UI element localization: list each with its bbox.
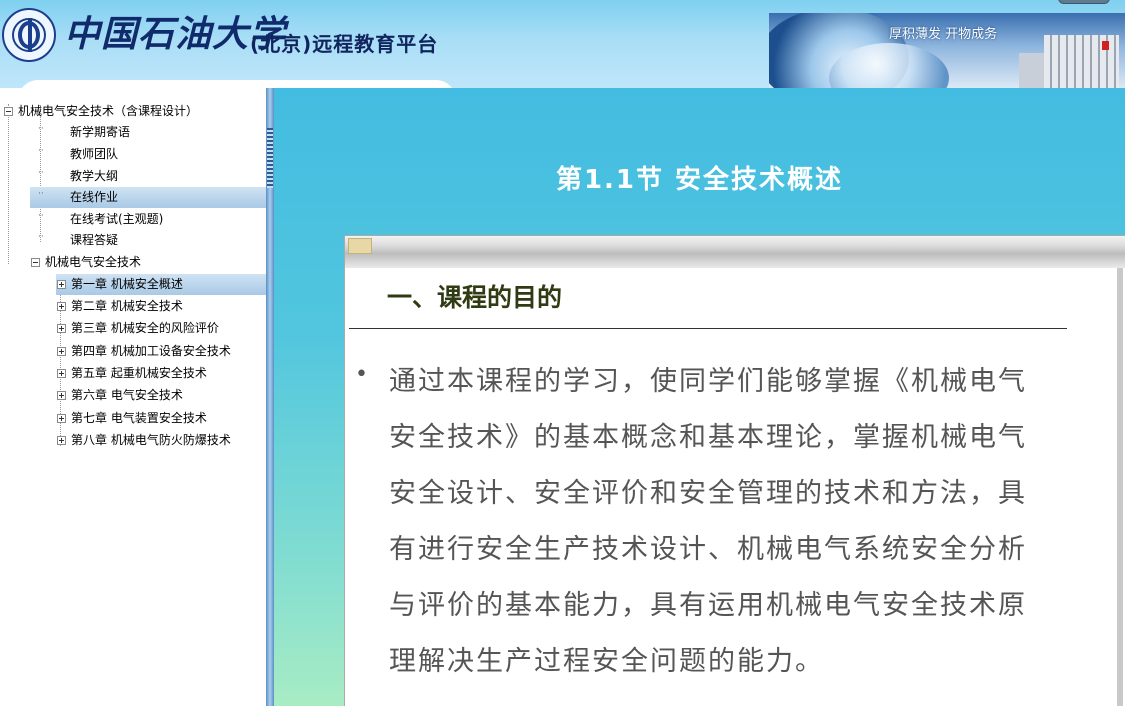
lecture-slide: 一、课程的目的 • 通过本课程的学习，使同学们能够掌握《机械电气 安全技术》的基…: [344, 235, 1125, 706]
expand-icon[interactable]: [57, 302, 66, 311]
tree-item-course-qa[interactable]: ·· 课程答疑: [0, 230, 266, 251]
tree-chapter-8[interactable]: 第八章 机械电气防火防爆技术: [56, 430, 266, 451]
slide-text-line: 有进行安全生产技术设计、机械电气系统安全分析: [389, 534, 1027, 565]
header-corner-button[interactable]: [1058, 0, 1110, 4]
slide-divider: [349, 328, 1067, 329]
course-tree: 机械电气安全技术（含课程设计） ·· 新学期寄语 ·· 教师团队 ·· 教学大纲…: [0, 88, 266, 706]
slide-right-edge: [1117, 268, 1123, 706]
expand-icon[interactable]: [57, 324, 66, 333]
tree-chapter-6[interactable]: 第六章 电气安全技术: [56, 385, 266, 406]
tree-item-online-homework[interactable]: ·· 在线作业: [30, 187, 266, 208]
expand-icon[interactable]: [57, 369, 66, 378]
tree-chapter-3[interactable]: 第三章 机械安全的风险评价: [56, 318, 266, 339]
slide-text-line: 安全技术》的基本概念和基本理论，掌握机械电气: [389, 422, 1027, 453]
slide-text-line: 通过本课程的学习，使同学们能够掌握《机械电气: [389, 366, 1027, 397]
university-seal-logo: [2, 8, 56, 62]
site-header: 中国石油大学 (北京)远程教育平台 厚积薄发 开物成务: [0, 0, 1125, 88]
tree-chapter-2[interactable]: 第二章 机械安全技术: [56, 296, 266, 317]
expand-icon[interactable]: [57, 347, 66, 356]
slide-corner-icon: [348, 238, 372, 254]
sidebar-splitter[interactable]: [266, 88, 274, 706]
tree-node-course[interactable]: 机械电气安全技术: [0, 252, 266, 273]
expand-icon[interactable]: [57, 414, 66, 423]
main-content: 第1.1节 安全技术概述 一、课程的目的 • 通过本课程的学习，使同学们能够掌握…: [274, 88, 1125, 706]
expand-icon[interactable]: [57, 391, 66, 400]
header-tab-shape: [18, 80, 456, 88]
section-title: 第1.1节 安全技术概述: [555, 165, 844, 195]
slide-text-line: 安全设计、安全评价和安全管理的技术和方法，具: [389, 478, 1027, 509]
slide-top-bar: [345, 236, 1125, 268]
tree-chapter-4[interactable]: 第四章 机械加工设备安全技术: [56, 341, 266, 362]
tree-chapter-1[interactable]: 第一章 机械安全概述: [56, 274, 266, 295]
splitter-grip-icon[interactable]: [267, 128, 273, 188]
bullet-icon: •: [355, 362, 368, 387]
tree-item-teacher-team[interactable]: ·· 教师团队: [0, 144, 266, 165]
collapse-icon[interactable]: [31, 258, 40, 267]
slide-heading: 一、课程的目的: [387, 283, 563, 312]
expand-icon[interactable]: [57, 280, 66, 289]
tree-root-label: 机械电气安全技术（含课程设计）: [18, 104, 199, 118]
tree-chapter-7[interactable]: 第七章 电气装置安全技术: [56, 408, 266, 429]
slide-text-line: 理解决生产过程安全问题的能力。: [389, 646, 824, 677]
slide-body-text: 通过本课程的学习，使同学们能够掌握《机械电气 安全技术》的基本概念和基本理论，掌…: [389, 354, 1099, 690]
course-tree-sidebar: 机械电气安全技术（含课程设计） ·· 新学期寄语 ·· 教师团队 ·· 教学大纲…: [0, 88, 266, 706]
collapse-icon[interactable]: [4, 107, 13, 116]
platform-name: (北京)远程教育平台: [250, 32, 439, 56]
banner-slogan: 厚积薄发 开物成务: [889, 27, 998, 42]
tree-chapter-5[interactable]: 第五章 起重机械安全技术: [56, 363, 266, 384]
tree-item-new-semester[interactable]: ·· 新学期寄语: [0, 122, 266, 143]
expand-icon[interactable]: [57, 436, 66, 445]
slide-text-line: 与评价的基本能力，具有运用机械电气安全技术原: [389, 590, 1027, 621]
header-banner-image: 厚积薄发 开物成务: [769, 13, 1125, 88]
